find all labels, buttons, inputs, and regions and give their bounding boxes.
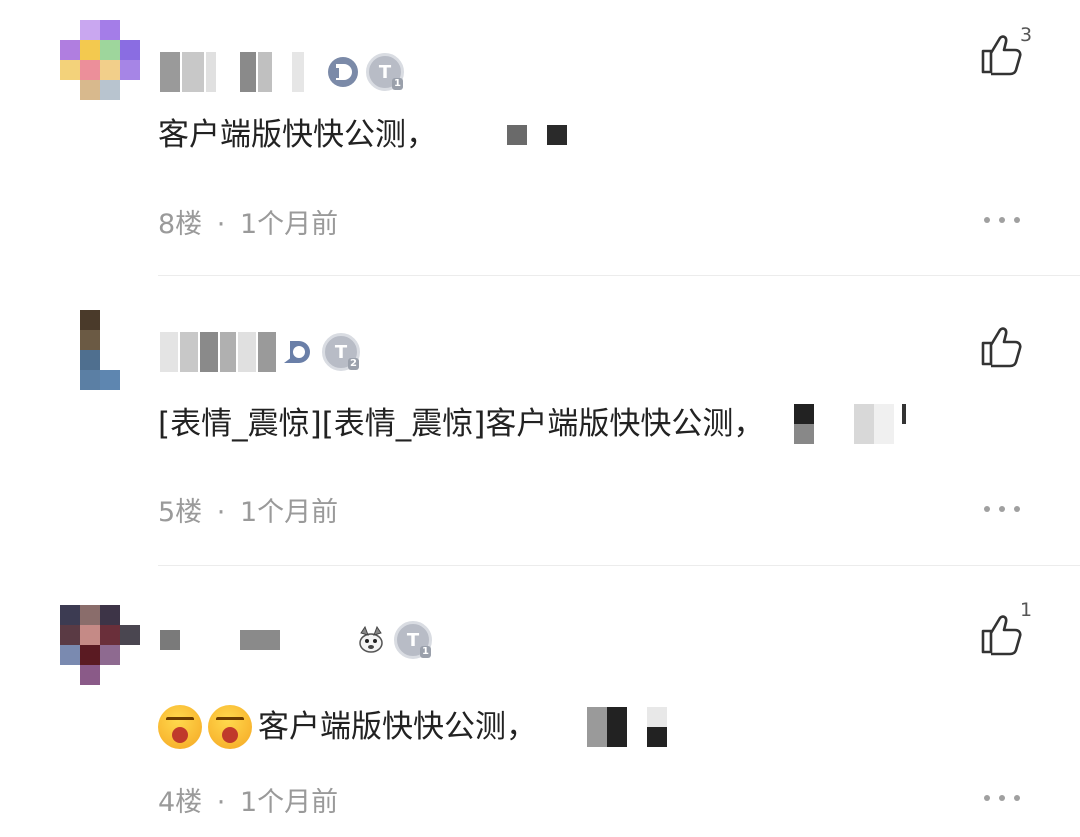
like-icon[interactable] (978, 32, 1024, 78)
avatar[interactable] (60, 605, 140, 685)
avatar-pixel (120, 350, 140, 370)
avatar-pixel (120, 40, 140, 60)
comment-text: 客户端版快快公测， (158, 115, 567, 155)
avatar-pixel (100, 330, 120, 350)
like-count: 3 (1020, 24, 1033, 46)
avatar-pixel (60, 665, 80, 685)
avatar-pixel (80, 330, 100, 350)
avatar-pixel (100, 605, 120, 625)
comment-meta: 4楼 · 1个月前 (158, 780, 338, 819)
divider (158, 275, 1080, 276)
avatar-pixel (120, 645, 140, 665)
avatar-pixel (80, 80, 100, 100)
avatar-pixel (60, 625, 80, 645)
time-label: 1个月前 (239, 497, 339, 528)
avatar-pixel (60, 60, 80, 80)
avatar-pixel (80, 605, 100, 625)
comment-text: [表情_震惊][表情_震惊]客户端版快快公测， (158, 404, 907, 444)
avatar-pixel (80, 60, 100, 80)
shock-emoji-icon (158, 705, 202, 749)
dog-badge-icon (359, 625, 383, 653)
avatar-pixel (60, 370, 80, 390)
avatar-pixel (100, 645, 120, 665)
avatar-pixel (100, 625, 120, 645)
time-label: 1个月前 (239, 209, 339, 240)
floor-label: 4楼 (158, 787, 203, 818)
avatar-pixel (120, 80, 140, 100)
divider (158, 565, 1080, 566)
more-options-icon[interactable] (984, 215, 1020, 225)
avatar-pixel (120, 330, 140, 350)
time-label: 1个月前 (239, 787, 339, 818)
redacted-pixels (794, 404, 815, 444)
level-badge: T 1 (366, 53, 404, 91)
avatar-pixel (120, 665, 140, 685)
avatar-pixel (100, 665, 120, 685)
comment-text: 客户端版快快公测， (158, 705, 667, 749)
avatar-pixel (60, 20, 80, 40)
fan-badge-icon (328, 57, 358, 87)
avatar-pixel (60, 605, 80, 625)
separator-dot: · (216, 787, 226, 818)
avatar[interactable] (60, 20, 140, 100)
floor-label: 8楼 (158, 209, 203, 240)
shock-emoji-icon (208, 705, 252, 749)
avatar-pixel (80, 310, 100, 330)
redacted-pixels (587, 707, 627, 747)
fan-badge-icon (284, 341, 310, 363)
level-badge: T 1 (394, 621, 432, 659)
avatar-pixel (80, 665, 100, 685)
comment-meta: 5楼 · 1个月前 (158, 490, 338, 529)
separator-dot: · (216, 209, 226, 240)
avatar-pixel (100, 370, 120, 390)
avatar-pixel (120, 20, 140, 40)
avatar-pixel (120, 605, 140, 625)
avatar-pixel (80, 645, 100, 665)
avatar-pixel (80, 20, 100, 40)
comment-meta: 8楼 · 1个月前 (158, 202, 338, 241)
avatar-pixel (80, 350, 100, 370)
avatar-pixel (100, 20, 120, 40)
avatar-pixel (120, 370, 140, 390)
avatar-pixel (60, 310, 80, 330)
username-blurred (160, 332, 178, 372)
username-row[interactable]: T 2 (160, 322, 360, 382)
more-options-icon[interactable] (984, 504, 1020, 514)
avatar-pixel (100, 350, 120, 370)
avatar[interactable] (60, 310, 140, 390)
username-blurred (160, 630, 180, 650)
avatar-pixel (120, 60, 140, 80)
avatar-pixel (100, 310, 120, 330)
avatar-pixel (60, 80, 80, 100)
like-count: 1 (1020, 599, 1033, 621)
separator-dot: · (216, 497, 226, 528)
more-options-icon[interactable] (984, 793, 1020, 803)
username-blurred (160, 52, 180, 92)
avatar-pixel (80, 625, 100, 645)
like-icon[interactable] (978, 324, 1024, 370)
avatar-pixel (60, 645, 80, 665)
username-row[interactable]: T 1 (160, 42, 404, 102)
level-badge: T 2 (322, 333, 360, 371)
avatar-pixel (100, 40, 120, 60)
like-icon[interactable] (978, 612, 1024, 658)
avatar-pixel (120, 310, 140, 330)
avatar-pixel (100, 80, 120, 100)
avatar-pixel (60, 350, 80, 370)
username-row[interactable]: T 1 (160, 610, 432, 670)
avatar-pixel (80, 40, 100, 60)
floor-label: 5楼 (158, 497, 203, 528)
avatar-pixel (60, 330, 80, 350)
avatar-pixel (120, 625, 140, 645)
avatar-pixel (100, 60, 120, 80)
avatar-pixel (60, 40, 80, 60)
avatar-pixel (80, 370, 100, 390)
redacted-pixels (507, 125, 527, 145)
